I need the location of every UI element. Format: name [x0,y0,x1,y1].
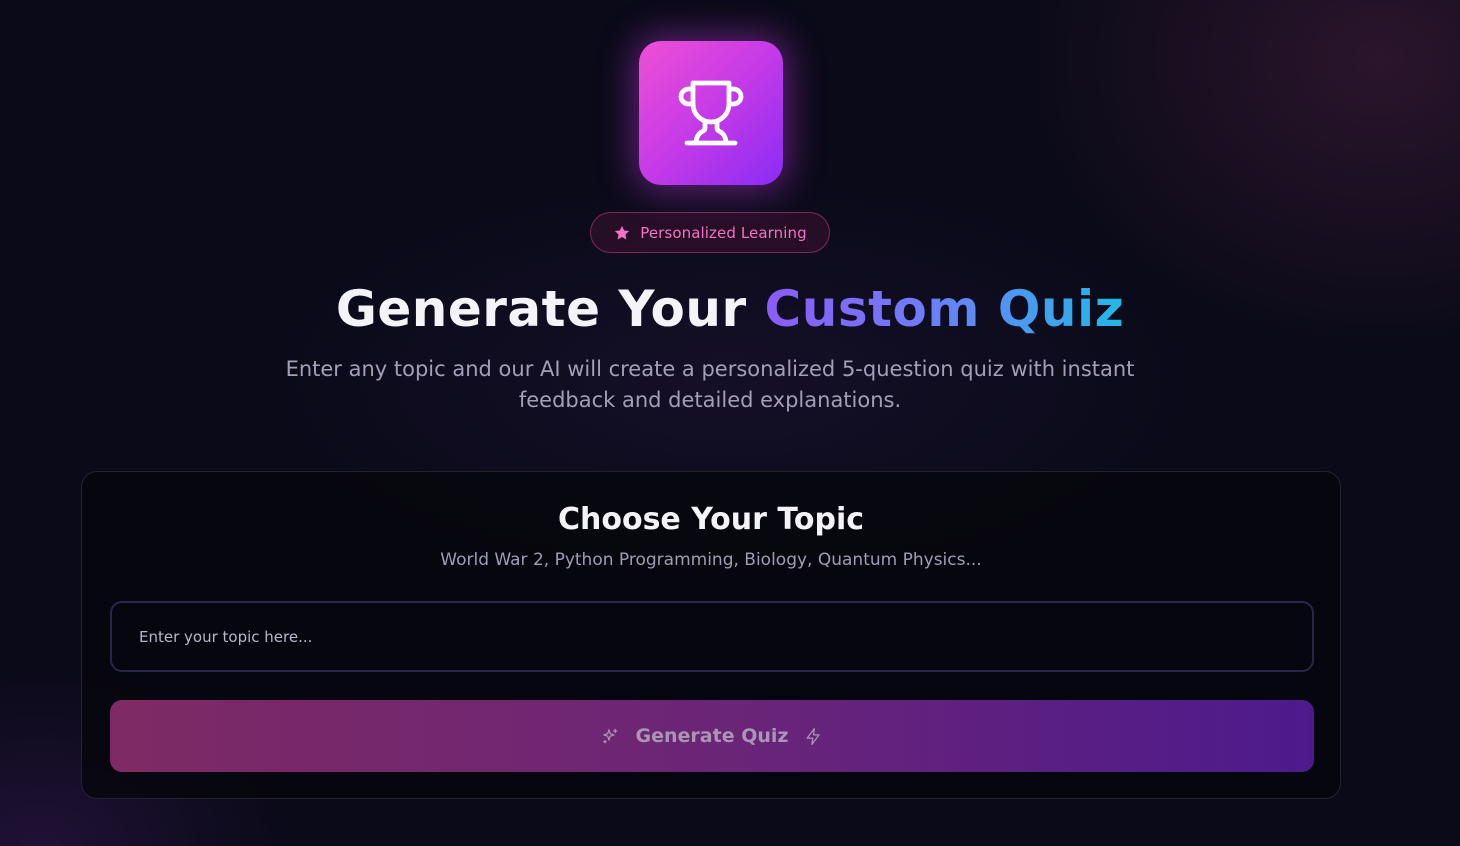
page-title: Generate Your Custom Quiz [0,276,1460,342]
sparkles-icon [602,728,617,743]
title-highlight-text: Custom Quiz [764,280,1125,338]
topic-examples: World War 2, Python Programming, Biology… [440,550,982,570]
star-icon [615,225,630,239]
personalized-learning-badge: Personalized Learning [590,212,830,253]
title-plain-text: Generate Your [335,280,765,338]
page-subtitle: Enter any topic and our AI will create a… [285,357,1135,412]
generate-quiz-label: Generate Quiz [635,725,789,747]
generate-quiz-button[interactable]: Generate Quiz [110,700,1314,772]
badge-label: Personalized Learning [640,223,807,242]
trophy-icon [678,80,744,146]
card-title: Choose Your Topic [557,502,865,537]
lightning-icon [806,727,821,745]
trophy-logo [639,41,783,185]
topic-input[interactable] [110,601,1314,672]
topic-card: Choose Your Topic World War 2, Python Pr… [81,471,1341,799]
